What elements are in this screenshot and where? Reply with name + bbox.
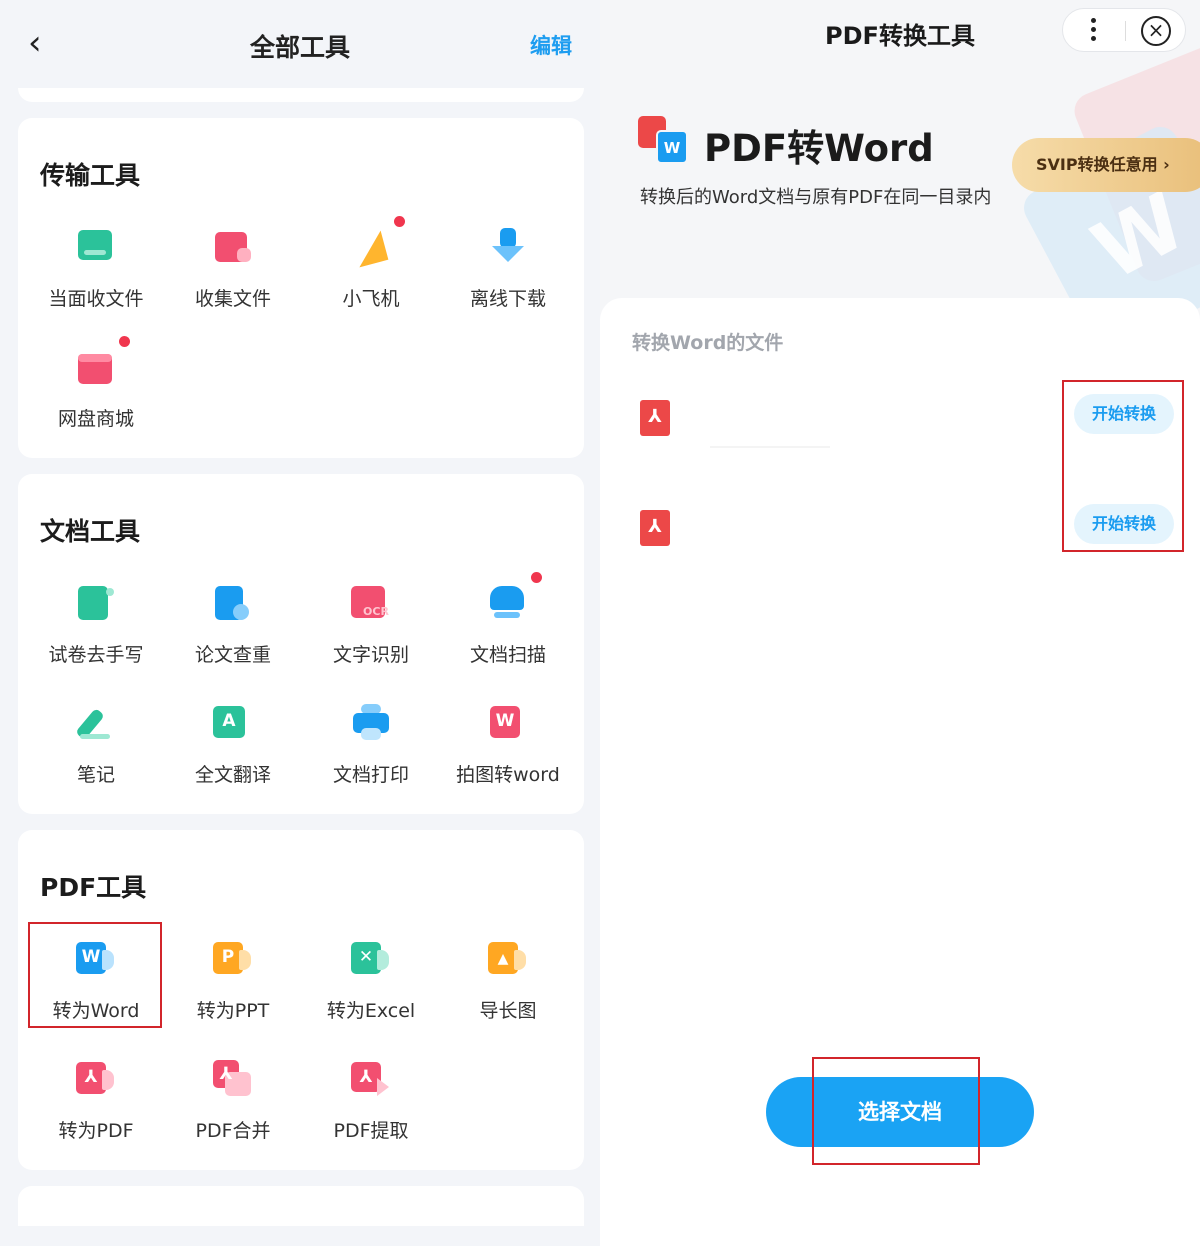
start-convert-button[interactable]: 开始转换 — [1074, 394, 1174, 434]
pdf-file-icon: ⅄ — [640, 400, 670, 436]
tool-print[interactable]: 文档打印 — [301, 704, 441, 787]
page-title: 全部工具 — [249, 33, 350, 62]
tool-label: PDF提取 — [333, 1120, 409, 1142]
tool-scan[interactable]: 文档扫描 — [438, 572, 578, 667]
pdf-tools-card: PDF工具 W 转为Word P 转为PPT ✕ 转为Excel ▲ 导长图 ⅄… — [18, 830, 584, 1170]
tool-label: 网盘商城 — [57, 408, 134, 430]
close-icon[interactable]: × — [1141, 16, 1171, 46]
tool-to-word[interactable]: W 转为Word — [26, 940, 166, 1023]
edit-button[interactable]: 编辑 — [530, 30, 572, 60]
start-convert-button[interactable]: 开始转换 — [1074, 504, 1174, 544]
notification-dot — [119, 336, 130, 347]
screenshot-root: ‹ 全部工具 编辑 传输工具 当面收文件 收集文件 小飞机 离线下载 网盘商城 … — [0, 0, 1200, 1246]
file-row[interactable]: ⅄ 开始转换 — [600, 504, 1200, 574]
tool-offline-download[interactable]: 离线下载 — [438, 228, 578, 311]
notification-dot — [394, 216, 405, 227]
store-icon — [76, 336, 130, 388]
pdf-merge-icon: ⅄ — [213, 1060, 253, 1100]
tool-label: 转为PDF — [58, 1120, 134, 1142]
top-bar: ‹ 全部工具 编辑 — [0, 0, 600, 88]
notification-dot — [531, 572, 542, 583]
section-title: 文档工具 — [40, 517, 141, 546]
pdf-extract-icon: ⅄ — [351, 1060, 391, 1100]
mini-program-capsule: × — [1062, 8, 1186, 52]
pdf-convert-panel: W PDF转换工具 × W PDF转Word 转换后的Word文档与原有PDF在… — [600, 0, 1200, 1246]
tool-label: 笔记 — [76, 764, 115, 786]
to-excel-icon: ✕ — [351, 940, 391, 980]
tool-collect[interactable]: 收集文件 — [163, 228, 303, 311]
section-title: PDF工具 — [40, 873, 147, 902]
tool-label: 小飞机 — [342, 288, 400, 310]
tool-pdf-extract[interactable]: ⅄ PDF提取 — [301, 1060, 441, 1143]
scan-icon — [488, 572, 542, 624]
tool-label: 文字识别 — [332, 644, 409, 666]
tool-photo-to-word[interactable]: W 拍图转word — [438, 704, 578, 787]
tool-label: 试卷去手写 — [48, 644, 144, 666]
tool-paper-check[interactable]: 论文查重 — [163, 584, 303, 667]
tool-receive[interactable]: 当面收文件 — [26, 228, 166, 311]
hero-title: PDF转Word — [704, 127, 934, 170]
tool-label: 离线下载 — [469, 288, 546, 310]
tool-erase-handwriting[interactable]: 试卷去手写 — [26, 584, 166, 667]
tool-to-ppt[interactable]: P 转为PPT — [163, 940, 303, 1023]
pdf-to-word-icon: W — [638, 116, 690, 166]
card-edge-bottom — [18, 1186, 584, 1226]
tool-label: 导长图 — [479, 1000, 537, 1022]
file-row[interactable]: ⅄ 开始转换 — [600, 394, 1200, 464]
all-tools-panel: ‹ 全部工具 编辑 传输工具 当面收文件 收集文件 小飞机 离线下载 网盘商城 … — [0, 0, 600, 1246]
capsule-divider — [1125, 21, 1126, 41]
tool-to-pdf[interactable]: ⅄ 转为PDF — [26, 1060, 166, 1143]
tool-label: PDF合并 — [195, 1120, 271, 1142]
to-pdf-icon: ⅄ — [76, 1060, 116, 1100]
receive-icon — [76, 228, 116, 268]
note-pen-icon — [75, 704, 116, 744]
tool-pdf-merge[interactable]: ⅄ PDF合并 — [163, 1060, 303, 1143]
tool-note[interactable]: 笔记 — [26, 704, 166, 787]
printer-icon — [351, 704, 391, 744]
photo-to-word-icon: W — [488, 704, 528, 744]
tool-label: 转为PPT — [196, 1000, 270, 1022]
to-ppt-icon: P — [213, 940, 253, 980]
paper-check-icon — [213, 584, 253, 624]
to-word-icon: W — [76, 940, 116, 980]
ocr-icon: OCR — [351, 584, 391, 624]
tool-long-image[interactable]: ▲ 导长图 — [438, 940, 578, 1023]
transfer-tools-card: 传输工具 当面收文件 收集文件 小飞机 离线下载 网盘商城 — [18, 118, 584, 458]
tool-label: 转为Excel — [326, 1000, 416, 1022]
erase-handwriting-icon — [76, 584, 116, 624]
document-tools-card: 文档工具 试卷去手写 论文查重 OCR 文字识别 文档扫描 笔记 A 全文翻译 … — [18, 474, 584, 814]
tool-ocr[interactable]: OCR 文字识别 — [301, 584, 441, 667]
tool-label: 文档打印 — [332, 764, 409, 786]
collect-folder-icon — [213, 228, 253, 268]
more-vertical-icon[interactable] — [1091, 18, 1097, 45]
section-title: 传输工具 — [40, 161, 141, 190]
choose-document-button[interactable]: 选择文档 — [766, 1077, 1034, 1147]
tool-label: 拍图转word — [456, 764, 560, 786]
tool-to-excel[interactable]: ✕ 转为Excel — [301, 940, 441, 1023]
tool-store[interactable]: 网盘商城 — [26, 336, 166, 431]
tool-label: 当面收文件 — [48, 288, 144, 310]
paper-plane-icon — [351, 216, 405, 268]
tool-label: 收集文件 — [194, 288, 271, 310]
long-image-icon: ▲ — [488, 940, 528, 980]
tool-paper-plane[interactable]: 小飞机 — [301, 216, 441, 311]
file-name-placeholder — [710, 446, 830, 448]
tool-label: 文档扫描 — [469, 644, 546, 666]
file-list-label: 转换Word的文件 — [632, 332, 784, 354]
tool-label: 论文查重 — [194, 644, 271, 666]
tool-translate[interactable]: A 全文翻译 — [163, 704, 303, 787]
card-edge-top — [18, 88, 584, 102]
svip-upgrade-button[interactable]: SVIP转换任意用 › — [1012, 138, 1200, 192]
download-icon — [488, 228, 528, 268]
tool-label: 转为Word — [52, 1000, 140, 1022]
translate-icon: A — [213, 704, 253, 744]
hero-subtitle: 转换后的Word文档与原有PDF在同一目录内 — [640, 187, 992, 208]
pdf-file-icon: ⅄ — [640, 510, 670, 546]
tool-label: 全文翻译 — [194, 764, 271, 786]
